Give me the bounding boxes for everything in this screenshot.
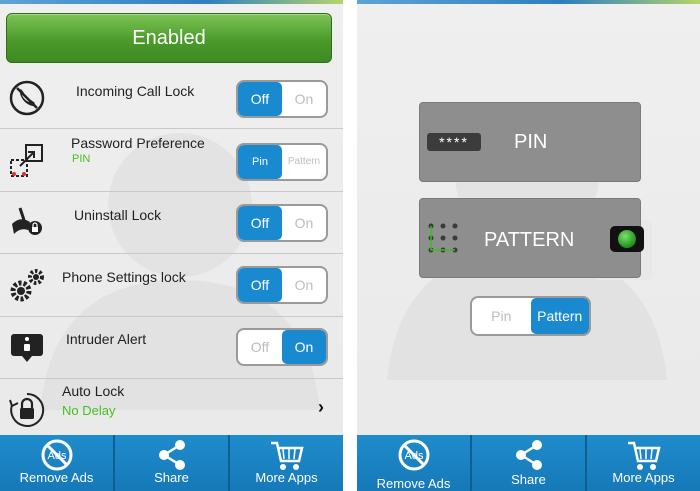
incoming-call-lock-row: Incoming Call Lock Off On — [0, 67, 343, 129]
pin-pattern-icon — [10, 144, 43, 177]
toggle-off-option[interactable]: Off — [238, 268, 282, 302]
toggle-on-option[interactable]: On — [282, 330, 326, 364]
no-call-icon — [9, 80, 45, 116]
password-preference-row: Password Preference PIN Pin Pattern — [0, 129, 343, 192]
password-preference-toggle[interactable]: Pin Pattern — [236, 143, 328, 181]
no-ads-icon: Ads — [398, 439, 429, 471]
row-title: Incoming Call Lock — [76, 83, 195, 99]
no-ads-icon-text: Ads — [404, 450, 423, 462]
toggle-pattern-option[interactable]: Pattern — [282, 145, 326, 179]
toggle-pin-option[interactable]: Pin — [238, 145, 282, 179]
tab-label: Remove Ads — [19, 470, 94, 485]
toggle-on-option[interactable]: On — [282, 206, 326, 240]
phone-settings-lock-toggle[interactable]: Off On — [236, 266, 328, 304]
bottom-bar: Ads Remove Ads Share More Apps — [0, 435, 343, 491]
pattern-grid-icon — [428, 223, 458, 253]
remove-ads-tab[interactable]: Ads Remove Ads — [0, 435, 115, 491]
tab-label: Share — [154, 470, 189, 485]
cart-icon — [627, 441, 661, 470]
toggle-pin-option[interactable]: Pin — [472, 298, 531, 334]
lock-type-toggle[interactable]: Pin Pattern — [470, 296, 591, 336]
row-title: Uninstall Lock — [74, 207, 162, 223]
share-icon — [515, 440, 542, 470]
phone-settings-lock-row: Phone Settings lock Off On — [0, 254, 343, 317]
toggle-on-option[interactable]: On — [282, 82, 326, 116]
auto-lock-row[interactable]: Auto Lock No Delay › — [0, 379, 343, 435]
uninstall-lock-icon — [12, 207, 42, 235]
toggle-on-option[interactable]: On — [282, 268, 326, 302]
incoming-call-lock-toggle[interactable]: Off On — [236, 80, 328, 118]
tab-label: Remove Ads — [376, 476, 451, 491]
enabled-button[interactable]: Enabled — [6, 13, 332, 63]
row-title: Intruder Alert — [66, 331, 147, 347]
gears-icon — [10, 269, 44, 302]
status-strip — [357, 0, 700, 4]
pin-label: PIN — [514, 131, 548, 153]
more-apps-tab[interactable]: More Apps — [587, 435, 700, 491]
share-icon — [158, 440, 185, 470]
remove-ads-tab[interactable]: Ads Remove Ads — [357, 435, 472, 491]
intruder-alert-toggle[interactable]: Off On — [236, 328, 328, 366]
pattern-option-card[interactable]: PATTERN — [419, 198, 644, 278]
pattern-label: PATTERN — [484, 229, 575, 251]
toggle-off-option[interactable]: Off — [238, 206, 282, 240]
cart-icon — [270, 441, 304, 470]
auto-lock-icon — [9, 392, 45, 427]
row-title: Phone Settings lock — [62, 269, 186, 285]
row-subtitle: PIN — [72, 153, 91, 165]
status-strip — [0, 0, 343, 4]
share-tab[interactable]: Share — [115, 435, 230, 491]
pin-badge: **** — [427, 133, 481, 151]
intruder-alert-row: Intruder Alert Off On — [0, 317, 343, 379]
toggle-off-option[interactable]: Off — [238, 330, 282, 364]
uninstall-lock-toggle[interactable]: Off On — [236, 204, 328, 242]
tab-label: More Apps — [612, 470, 675, 485]
intruder-camera-icon — [11, 334, 43, 362]
settings-screen: Enabled Incoming Call Lock Off On Passwo… — [0, 0, 343, 491]
lock-type-screen: **** PIN PATTERN Pin Pattern Ads Remove … — [357, 0, 700, 491]
row-subtitle: No Delay — [62, 403, 116, 418]
share-tab[interactable]: Share — [472, 435, 587, 491]
tab-label: Share — [511, 472, 546, 487]
chevron-right-icon: › — [318, 397, 324, 417]
uninstall-lock-row: Uninstall Lock Off On — [0, 192, 343, 254]
no-ads-icon: Ads — [41, 439, 72, 471]
no-ads-icon-text: Ads — [47, 450, 66, 462]
row-title: Password Preference — [71, 135, 205, 151]
pin-option-card[interactable]: **** PIN — [419, 102, 641, 182]
row-title: Auto Lock — [62, 383, 125, 399]
bottom-bar: Ads Remove Ads Share More Apps — [357, 435, 700, 491]
tab-label: More Apps — [255, 470, 318, 485]
toggle-pattern-option[interactable]: Pattern — [530, 298, 589, 334]
toggle-off-option[interactable]: Off — [238, 82, 282, 116]
more-apps-tab[interactable]: More Apps — [230, 435, 343, 491]
selected-radio-indicator — [610, 226, 644, 252]
